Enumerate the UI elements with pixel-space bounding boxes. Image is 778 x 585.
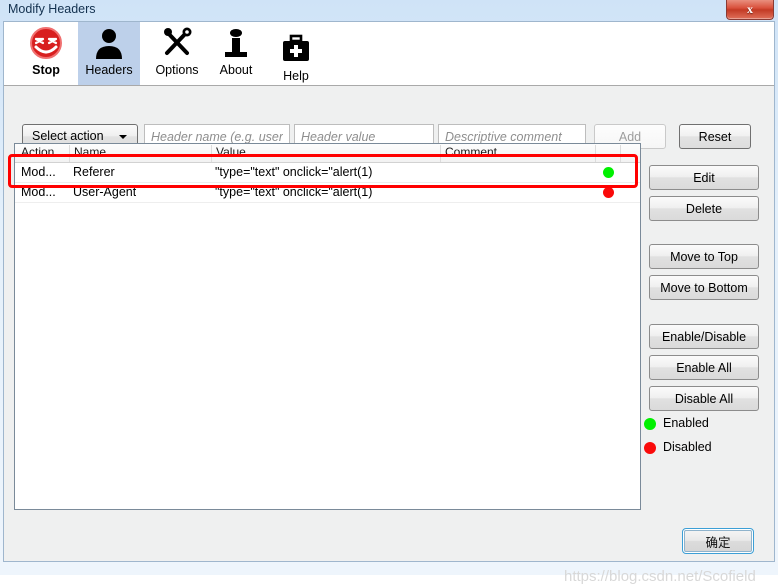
cell-action: Mod...: [21, 165, 56, 179]
legend-label-disabled: Disabled: [663, 440, 712, 454]
modify-headers-window: Modify Headers x Stop Headers Options Ab…: [0, 0, 778, 585]
ok-button[interactable]: 确定: [684, 530, 752, 552]
chevron-down-icon: [119, 135, 127, 139]
edit-button[interactable]: Edit: [649, 165, 759, 190]
title-bar: Modify Headers x: [0, 0, 778, 21]
toolbar-label-about: About: [219, 63, 253, 77]
close-icon: x: [747, 2, 753, 16]
delete-button[interactable]: Delete: [649, 196, 759, 221]
toolbar-item-help[interactable]: Help: [268, 28, 324, 85]
toolbar-label-headers: Headers: [85, 63, 133, 77]
first-aid-kit-icon: [280, 28, 312, 70]
info-icon: [219, 22, 253, 64]
toolbar: Stop Headers Options About Help: [4, 22, 774, 86]
close-button[interactable]: x: [726, 0, 774, 20]
header-entry-form: Select action Add Reset: [4, 86, 774, 149]
reset-button[interactable]: Reset: [679, 124, 751, 149]
watermark: https://blog.csdn.net/Scofield: [564, 568, 756, 585]
column-header-extra[interactable]: [620, 145, 640, 162]
toolbar-label-stop: Stop: [32, 63, 60, 77]
client-area: Stop Headers Options About Help Select a…: [3, 21, 775, 585]
tools-icon: [160, 22, 194, 64]
toolbar-label-help: Help: [283, 69, 309, 83]
move-to-bottom-button[interactable]: Move to Bottom: [649, 275, 759, 300]
toolbar-item-headers[interactable]: Headers: [78, 22, 140, 85]
column-header-status[interactable]: [595, 145, 620, 162]
disable-all-button[interactable]: Disable All: [649, 386, 759, 411]
legend-dot-disabled-icon: [644, 442, 656, 454]
move-to-top-button[interactable]: Move to Top: [649, 244, 759, 269]
toolbar-item-stop[interactable]: Stop: [22, 22, 70, 85]
action-select-label: Select action: [32, 129, 104, 143]
cell-value: "type="text" onclick="alert(1): [215, 165, 373, 179]
status-dot-disabled: [603, 187, 614, 198]
cell-name: User-Agent: [73, 185, 137, 199]
table-row[interactable]: Mod... Referer "type="text" onclick="ale…: [15, 163, 640, 183]
stop-face-icon: [29, 22, 63, 64]
column-header-action[interactable]: Action: [15, 145, 69, 162]
column-header-value[interactable]: Value: [211, 145, 440, 162]
ok-button-focus-ring: 确定: [682, 528, 754, 554]
enable-all-button[interactable]: Enable All: [649, 355, 759, 380]
window-title: Modify Headers: [8, 2, 96, 16]
table-row[interactable]: Mod... User-Agent "type="text" onclick="…: [15, 183, 640, 203]
toolbar-label-options: Options: [155, 63, 199, 77]
column-header-name[interactable]: Name: [69, 145, 211, 162]
person-icon: [92, 22, 126, 64]
column-header-comment[interactable]: Comment: [440, 145, 595, 162]
toolbar-item-options[interactable]: Options: [146, 22, 208, 85]
legend-dot-enabled-icon: [644, 418, 656, 430]
cell-value: "type="text" onclick="alert(1): [215, 185, 373, 199]
table-header-row: Action Name Value Comment: [15, 144, 640, 163]
headers-table[interactable]: Action Name Value Comment Mod... Referer…: [14, 143, 641, 510]
enable-disable-button[interactable]: Enable/Disable: [649, 324, 759, 349]
legend-label-enabled: Enabled: [663, 416, 709, 430]
cell-action: Mod...: [21, 185, 56, 199]
status-dot-enabled: [603, 167, 614, 178]
table-body: Mod... Referer "type="text" onclick="ale…: [15, 163, 640, 203]
cell-name: Referer: [73, 165, 115, 179]
toolbar-item-about[interactable]: About: [210, 22, 262, 85]
